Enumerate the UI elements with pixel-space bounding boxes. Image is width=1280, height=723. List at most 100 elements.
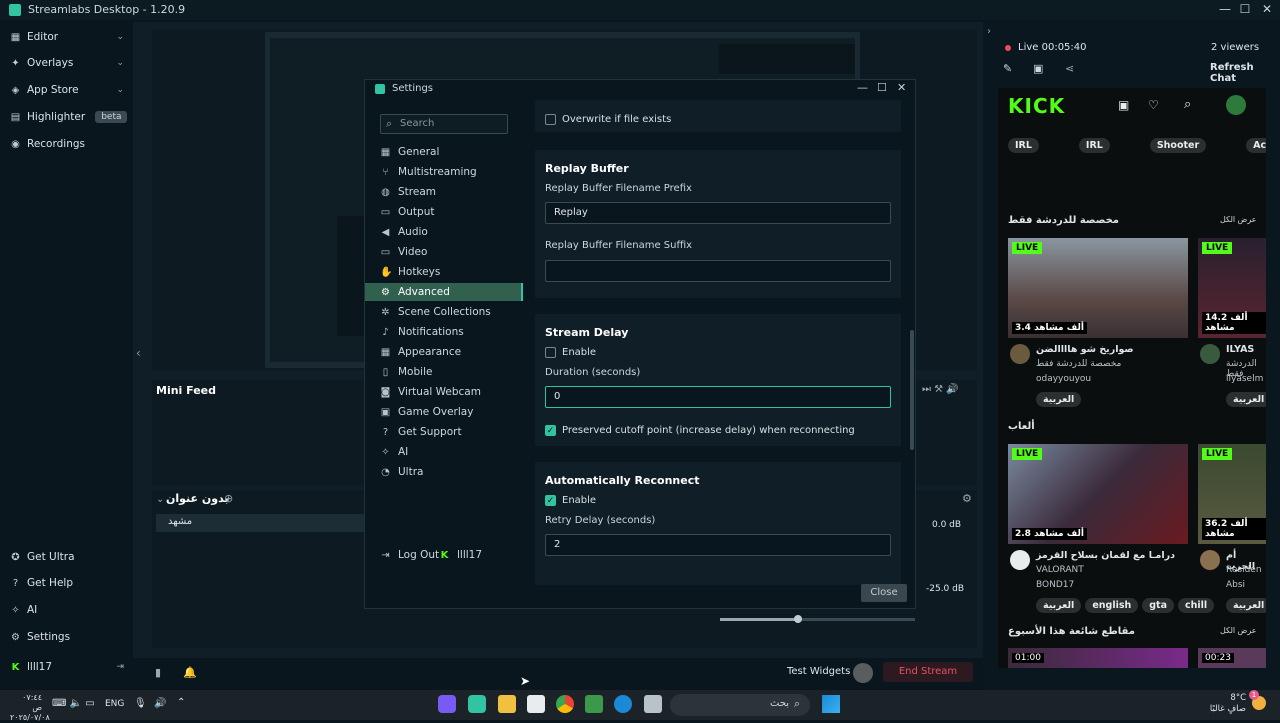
- delay-enable-row[interactable]: Enable: [545, 347, 596, 358]
- taskbar-search[interactable]: بحث ⌕: [670, 694, 810, 716]
- tag[interactable]: IRL: [1078, 138, 1110, 153]
- bell-icon[interactable]: 🔔: [183, 666, 197, 679]
- see-all-link[interactable]: عرض الكل: [1220, 626, 1257, 635]
- search-input[interactable]: ⌕ Search: [380, 114, 508, 134]
- avatar[interactable]: [1010, 550, 1030, 570]
- xbox-icon[interactable]: [585, 695, 603, 713]
- scene-item[interactable]: مشهد: [156, 514, 366, 532]
- popout-icon[interactable]: ▣: [1033, 62, 1043, 75]
- settings-cat-get-support[interactable]: ? Get Support: [380, 423, 525, 441]
- end-stream-button[interactable]: End Stream: [883, 662, 973, 682]
- volume-slider[interactable]: [720, 615, 915, 623]
- edit-icon[interactable]: ✎: [1003, 62, 1012, 75]
- heart-icon[interactable]: ♡: [1148, 98, 1159, 112]
- nav-ai[interactable]: ✧ AI: [10, 601, 37, 619]
- search-icon[interactable]: ⌕: [1184, 97, 1191, 112]
- stream-thumbnail[interactable]: LIVE 36.2 ألف مشاهد: [1198, 444, 1266, 544]
- close-button[interactable]: Close: [861, 584, 907, 602]
- avatar[interactable]: [1200, 550, 1220, 570]
- tag[interactable]: العربية: [1226, 392, 1266, 407]
- stream-title[interactable]: ILYAS: [1226, 344, 1254, 355]
- preserve-cutoff-checkbox[interactable]: ✓: [545, 425, 556, 436]
- app-icon[interactable]: [438, 695, 456, 713]
- settings-cat-audio[interactable]: ◀ Audio: [380, 223, 525, 241]
- replay-suffix-input[interactable]: [545, 260, 891, 282]
- settings-cat-appearance[interactable]: ▦ Appearance: [380, 343, 525, 361]
- replay-prefix-input[interactable]: Replay: [545, 202, 891, 224]
- chevron-up-icon[interactable]: ⌃: [177, 697, 185, 708]
- windows-start-icon[interactable]: [822, 695, 840, 713]
- tag[interactable]: العربية: [1036, 598, 1082, 613]
- tag[interactable]: chill: [1178, 598, 1215, 613]
- settings-cat-ultra[interactable]: ◔ Ultra: [380, 463, 525, 481]
- settings-cat-stream[interactable]: ◍ Stream: [380, 183, 525, 201]
- chevron-down-icon[interactable]: ⌄: [156, 494, 164, 505]
- preserve-cutoff-row[interactable]: ✓ Preserved cutoff point (increase delay…: [545, 425, 855, 436]
- see-all-link[interactable]: عرض الكل: [1220, 215, 1257, 224]
- delay-duration-input[interactable]: 0: [545, 386, 891, 408]
- chrome-icon[interactable]: [556, 695, 574, 713]
- minimize-icon[interactable]: —: [1216, 2, 1234, 16]
- nav-get-ultra[interactable]: ✪ Get Ultra: [10, 548, 74, 566]
- chevron-left-icon[interactable]: ‹: [136, 346, 141, 360]
- mic-icon[interactable]: 🎙: [134, 698, 147, 709]
- delay-enable-checkbox[interactable]: [545, 347, 556, 358]
- streamlabs-taskbar-icon[interactable]: [468, 695, 486, 713]
- nav-get-help[interactable]: ? Get Help: [10, 574, 73, 592]
- volume-icon[interactable]: 🔊: [154, 698, 166, 709]
- settings-scrollbar[interactable]: [910, 330, 914, 450]
- minimize-icon[interactable]: —: [857, 81, 868, 94]
- close-icon[interactable]: ✕: [897, 81, 906, 94]
- store-icon[interactable]: [527, 695, 545, 713]
- avatar[interactable]: [1226, 95, 1246, 115]
- avatar[interactable]: [1200, 344, 1220, 364]
- weather-widget[interactable]: 8°C صافٍ غالبًا: [1200, 693, 1246, 715]
- overwrite-checkbox[interactable]: [545, 114, 556, 125]
- stream-thumbnail[interactable]: LIVE 14.2 ألف مشاهد: [1198, 238, 1266, 338]
- language-indicator[interactable]: ENG: [105, 699, 124, 709]
- settings-cat-hotkeys[interactable]: ✋ Hotkeys: [380, 263, 525, 281]
- edge-icon[interactable]: [614, 695, 632, 713]
- maximize-icon[interactable]: ☐: [1236, 2, 1254, 16]
- nav-user[interactable]: Kllll17 ⇥: [10, 658, 124, 676]
- settings-cat-game-overlay[interactable]: ▣ Game Overlay: [380, 403, 525, 421]
- tag[interactable]: english: [1085, 598, 1139, 613]
- stream-category[interactable]: Residen: [1226, 565, 1262, 575]
- stream-category[interactable]: VALORANT: [1036, 565, 1084, 575]
- settings-cat-notifications[interactable]: ♪ Notifications: [380, 323, 525, 341]
- clip-thumbnail[interactable]: 00:23: [1198, 648, 1266, 668]
- logout-icon[interactable]: ⇥: [116, 662, 124, 672]
- refresh-chat-button[interactable]: Refresh Chat: [1210, 62, 1280, 84]
- settings-cat-mobile[interactable]: ▯ Mobile: [380, 363, 525, 381]
- gear-icon[interactable]: ⚙: [962, 492, 972, 505]
- tag[interactable]: gta: [1142, 598, 1175, 613]
- nav-item-editor[interactable]: ▦ Editor ⌄: [10, 28, 124, 46]
- settings-cat-advanced[interactable]: ⚙ Advanced: [365, 283, 523, 301]
- tag[interactable]: العربية: [1036, 392, 1082, 407]
- chevron-right-icon[interactable]: ›: [987, 26, 991, 37]
- overwrite-checkbox-row[interactable]: Overwrite if file exists: [545, 114, 671, 125]
- record-button[interactable]: [853, 663, 873, 683]
- tag[interactable]: Ac: [1246, 138, 1266, 153]
- browse-icon[interactable]: ▣: [1118, 98, 1129, 112]
- task-view-icon[interactable]: [644, 695, 662, 713]
- reconnect-enable-checkbox[interactable]: ✓: [545, 495, 556, 506]
- stream-user[interactable]: BOND17: [1036, 580, 1074, 590]
- settings-cat-multistreaming[interactable]: ⑂ Multistreaming: [380, 163, 525, 181]
- close-icon[interactable]: ✕: [1258, 2, 1276, 16]
- tag[interactable]: العربية: [1226, 598, 1266, 613]
- settings-cat-ai[interactable]: ✧ AI: [380, 443, 525, 461]
- nav-settings[interactable]: ⚙ Settings: [10, 628, 70, 646]
- stream-user[interactable]: Absi: [1226, 580, 1245, 590]
- clock[interactable]: ٠٧:٤٤ ص ٢٠٢٥/٠٧/٠٨: [10, 693, 50, 723]
- nav-item-recordings[interactable]: ◉ Recordings: [10, 135, 85, 153]
- nav-item-highlighter[interactable]: ▤ Highlighter beta: [10, 108, 128, 126]
- nav-item-overlays[interactable]: ✦ Overlays ⌄: [10, 54, 124, 72]
- system-tray-icons[interactable]: ⌨ 🔈 ▭: [52, 698, 95, 709]
- stream-user[interactable]: ilyaselm: [1226, 374, 1263, 384]
- share-icon[interactable]: ⋖: [1065, 62, 1074, 75]
- stream-title[interactable]: درامـا مع لقمان بسلاح القرمز: [1036, 550, 1175, 561]
- stream-thumbnail[interactable]: LIVE 3.4 ألف مشاهد: [1008, 238, 1188, 338]
- nav-item-app-store[interactable]: ◈ App Store ⌄: [10, 81, 124, 99]
- stream-user[interactable]: odayyouyou: [1036, 374, 1091, 384]
